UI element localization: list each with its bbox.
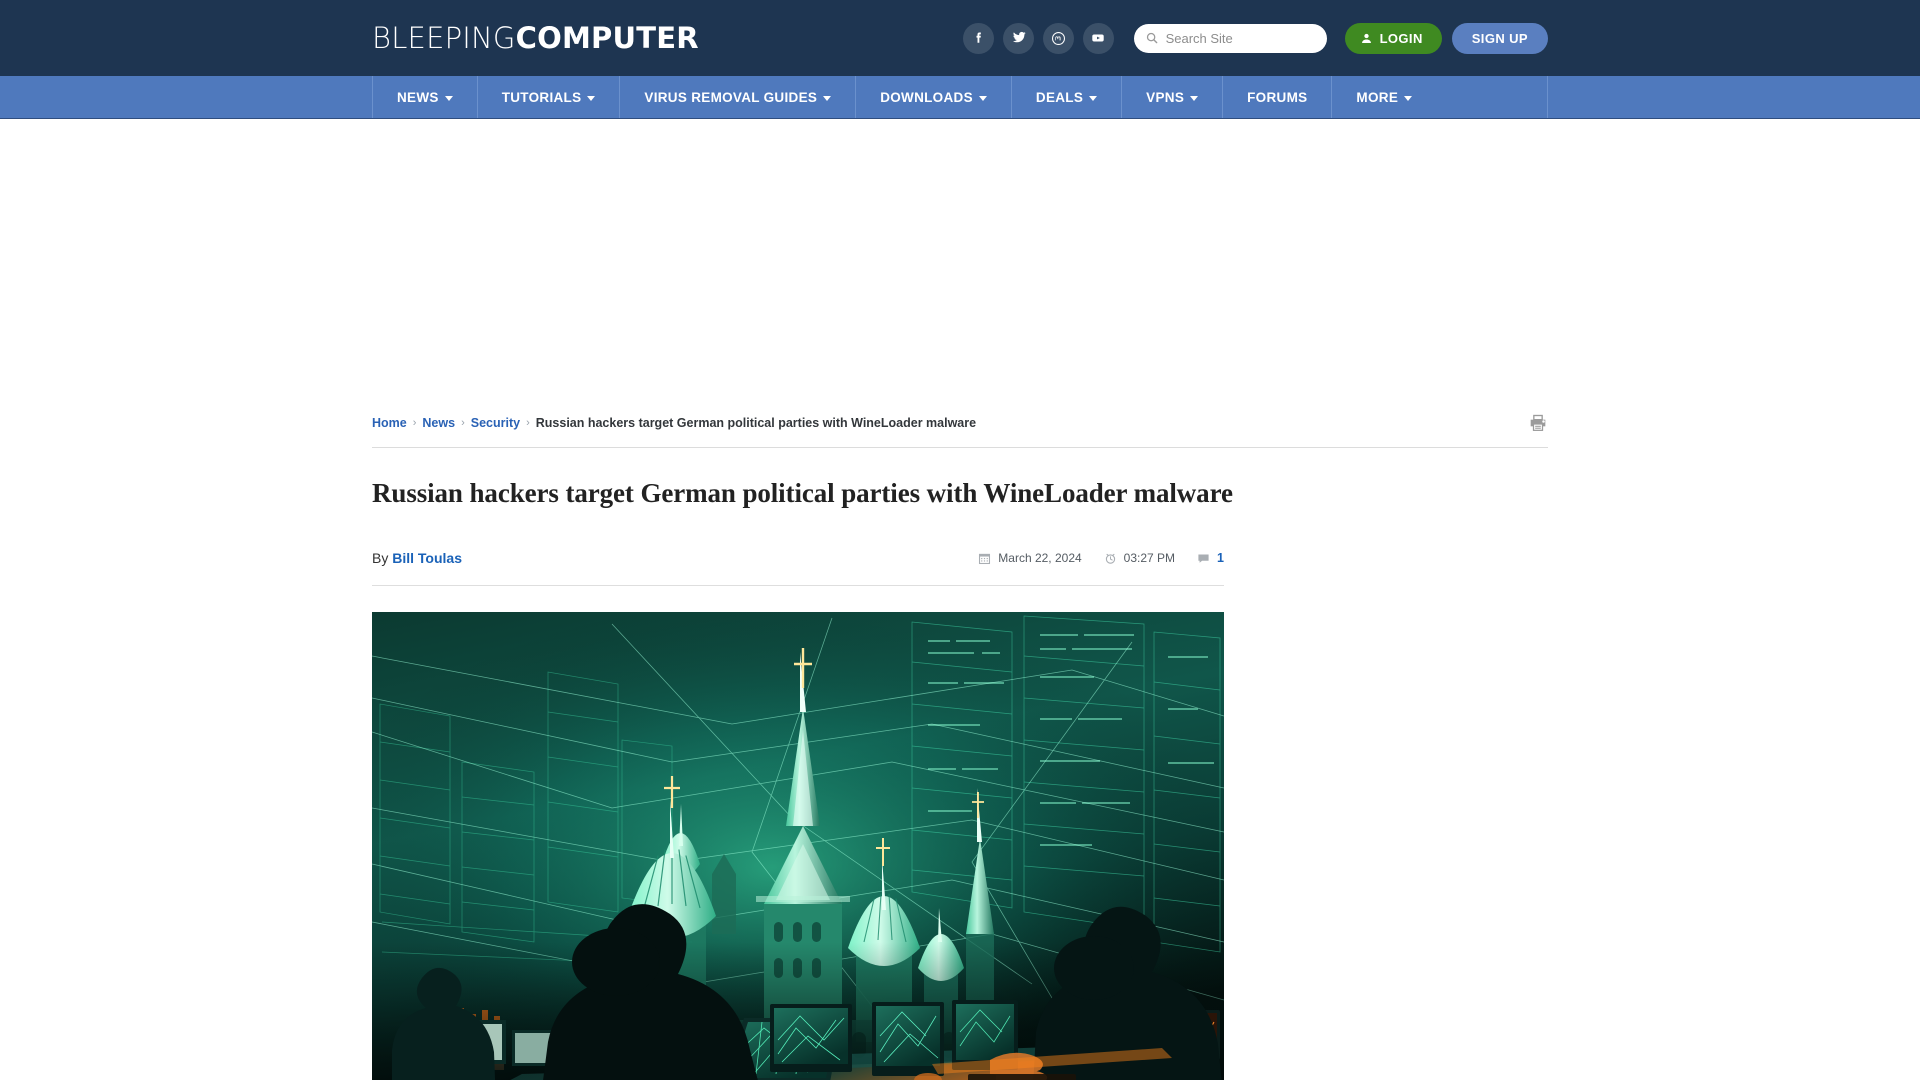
article-meta-divider bbox=[372, 585, 1224, 586]
publish-date-text: March 22, 2024 bbox=[998, 551, 1082, 565]
nav-item-vpns[interactable]: VPNS bbox=[1122, 76, 1224, 118]
hero-illustration bbox=[372, 612, 1224, 1080]
chevron-down-icon bbox=[1089, 95, 1098, 101]
mastodon-icon bbox=[1051, 31, 1065, 45]
nav-label: MORE bbox=[1356, 89, 1399, 105]
breadcrumb-news[interactable]: News bbox=[422, 416, 455, 430]
page-title: Russian hackers target German political … bbox=[372, 478, 1233, 508]
comment-count: 1 bbox=[1217, 551, 1224, 565]
social-links bbox=[962, 22, 1114, 54]
breadcrumb-current: Russian hackers target German political … bbox=[535, 416, 977, 430]
login-button[interactable]: LOGIN bbox=[1344, 22, 1442, 54]
byline-prefix: By bbox=[372, 550, 389, 566]
breadcrumb: Home › News › Security › Russian hackers… bbox=[372, 416, 976, 430]
clock-icon bbox=[1105, 553, 1115, 564]
chevron-down-icon bbox=[587, 95, 596, 101]
youtube-icon bbox=[1092, 34, 1104, 42]
publish-date: March 22, 2024 bbox=[978, 551, 1082, 565]
author-link[interactable]: Bill Toulas bbox=[392, 550, 462, 566]
twitter-icon bbox=[1013, 31, 1026, 43]
advertisement-slot bbox=[0, 119, 1920, 400]
nav-label: VPNS bbox=[1146, 89, 1185, 105]
breadcrumb-home[interactable]: Home bbox=[372, 416, 407, 430]
printer-icon bbox=[1530, 414, 1546, 431]
mastodon-link[interactable] bbox=[1042, 22, 1074, 54]
signup-button[interactable]: SIGN UP bbox=[1451, 22, 1548, 54]
nav-item-news[interactable]: NEWS bbox=[373, 76, 478, 118]
breadcrumb-security[interactable]: Security bbox=[471, 416, 520, 430]
byline: By Bill Toulas bbox=[372, 550, 462, 566]
chevron-down-icon bbox=[1404, 95, 1413, 101]
login-label: LOGIN bbox=[1379, 30, 1423, 46]
chevron-down-icon bbox=[1190, 95, 1199, 101]
site-logo-thin: BLEEPING bbox=[372, 20, 516, 55]
youtube-link[interactable] bbox=[1082, 22, 1114, 54]
site-header: BLEEPINGCOMPUTER Search Site LOGIN SIGN … bbox=[0, 0, 1920, 76]
twitter-link[interactable] bbox=[1002, 22, 1034, 54]
nav-label: FORUMS bbox=[1247, 89, 1308, 105]
signup-label: SIGN UP bbox=[1471, 30, 1528, 46]
site-logo[interactable]: BLEEPINGCOMPUTER bbox=[372, 20, 699, 55]
main-content: Home › News › Security › Russian hackers… bbox=[372, 400, 1548, 1080]
calendar-icon bbox=[979, 553, 991, 564]
site-logo-bold: COMPUTER bbox=[515, 20, 699, 55]
publish-time-text: 03:27 PM bbox=[1123, 551, 1176, 565]
chevron-down-icon bbox=[978, 95, 987, 101]
facebook-icon bbox=[976, 32, 981, 43]
user-icon bbox=[1361, 33, 1371, 43]
breadcrumb-separator: › bbox=[461, 417, 465, 429]
print-button[interactable] bbox=[1528, 413, 1548, 433]
nav-item-more[interactable]: MORE bbox=[1332, 76, 1436, 118]
nav-label: NEWS bbox=[397, 89, 439, 105]
nav-item-forums[interactable]: FORUMS bbox=[1223, 76, 1333, 118]
nav-item-deals[interactable]: DEALS bbox=[1012, 76, 1123, 118]
facebook-link[interactable] bbox=[962, 22, 994, 54]
nav-label: VIRUS REMOVAL GUIDES bbox=[644, 89, 818, 105]
nav-label: DOWNLOADS bbox=[880, 89, 973, 105]
breadcrumb-separator: › bbox=[526, 417, 530, 429]
main-navigation: NEWS TUTORIALS VIRUS REMOVAL GUIDES DOWN… bbox=[0, 76, 1920, 119]
article-hero-image[interactable] bbox=[372, 612, 1224, 1080]
chevron-down-icon bbox=[823, 95, 832, 101]
publish-time: 03:27 PM bbox=[1104, 551, 1175, 565]
search-box[interactable] bbox=[1133, 23, 1327, 53]
article-meta-row: By Bill Toulas March 22, 2024 03:27 PM 1 bbox=[372, 545, 1224, 571]
nav-item-tutorials[interactable]: TUTORIALS bbox=[478, 76, 621, 118]
search-icon bbox=[1146, 32, 1157, 44]
breadcrumb-separator: › bbox=[412, 417, 417, 429]
nav-label: TUTORIALS bbox=[501, 89, 582, 105]
nav-label: DEALS bbox=[1035, 89, 1084, 105]
nav-item-virus-removal-guides[interactable]: VIRUS REMOVAL GUIDES bbox=[620, 76, 857, 118]
comment-icon bbox=[1198, 553, 1209, 563]
breadcrumb-divider bbox=[372, 447, 1548, 448]
search-input[interactable] bbox=[1165, 30, 1316, 46]
nav-item-downloads[interactable]: DOWNLOADS bbox=[856, 76, 1012, 118]
comment-count-link[interactable]: 1 bbox=[1197, 551, 1224, 565]
chevron-down-icon bbox=[444, 95, 453, 101]
